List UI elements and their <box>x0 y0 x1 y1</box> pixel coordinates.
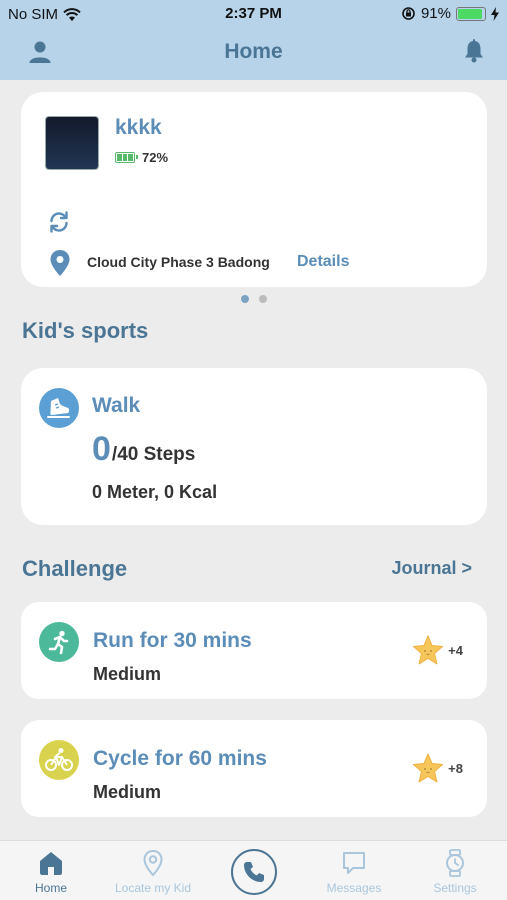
page-dot-1[interactable] <box>240 295 249 303</box>
device-battery-percent: 72% <box>142 150 169 165</box>
activity-name: Walk <box>92 394 141 417</box>
device-address-text: Cloud City Phase 3 Badong <box>87 254 270 270</box>
chat-icon <box>343 852 365 874</box>
steps-row: 0 /40 Steps <box>92 430 195 469</box>
tab-locate[interactable]: Locate my Kid <box>103 849 203 895</box>
details-link[interactable]: Details <box>297 253 349 271</box>
battery-fill <box>458 8 482 19</box>
status-right: 91% <box>401 5 499 22</box>
walk-activity-icon <box>39 388 79 428</box>
bicycle-glyph <box>45 748 73 771</box>
watch-icon <box>446 849 464 877</box>
runner-glyph <box>48 630 69 655</box>
page-dot-2[interactable] <box>258 295 267 303</box>
reward-points: +8 <box>448 760 463 776</box>
reward-points: +4 <box>448 642 463 658</box>
orientation-lock-icon <box>402 7 415 20</box>
home-icon <box>40 852 62 875</box>
bicycle-icon <box>39 740 79 780</box>
device-address: Cloud City Phase 3 Badong <box>87 254 277 270</box>
steps-goal: /40 Steps <box>111 444 196 465</box>
tab-home[interactable]: Home <box>1 849 101 895</box>
call-button[interactable] <box>231 849 277 895</box>
tab-label: Home <box>34 881 67 895</box>
location-icon <box>143 849 163 877</box>
battery-percent: 91% <box>420 5 451 22</box>
battery-icon <box>115 152 138 163</box>
walk-card[interactable]: Walk 0 /40 Steps 0 Meter, 0 Kcal <box>21 368 487 525</box>
location-pin-icon <box>50 250 70 276</box>
challenge-reward: +8 <box>412 753 463 783</box>
kid-name: kkkk <box>115 116 162 139</box>
challenge-item[interactable]: Cycle for 60 mins Medium +8 <box>21 720 487 817</box>
top-bar: No SIM 2:37 PM 91% Home <box>0 0 507 80</box>
avatar[interactable] <box>45 116 99 170</box>
page-indicator[interactable] <box>0 295 507 303</box>
challenge-title: Run for 30 mins <box>93 629 252 652</box>
battery-icon <box>456 6 486 21</box>
challenge-section-title: Challenge <box>22 556 128 581</box>
header: Home <box>0 28 507 80</box>
tab-label: Locate my Kid <box>114 881 192 895</box>
bell-icon[interactable] <box>463 39 485 63</box>
refresh-icon[interactable] <box>47 210 71 234</box>
tab-label: Settings <box>433 881 477 895</box>
tab-settings[interactable]: Settings <box>405 849 505 895</box>
device-card[interactable]: kkkk 72% Cloud City Phase 3 Badong Detai… <box>21 92 487 287</box>
journal-link[interactable]: Journal > <box>391 558 472 579</box>
challenge-reward: +4 <box>412 635 463 665</box>
star-icon <box>413 753 444 783</box>
shoe-icon <box>47 398 70 418</box>
page-title: Home <box>224 40 283 63</box>
distance-calories: 0 Meter, 0 Kcal <box>92 482 218 502</box>
challenge-level: Medium <box>93 664 162 684</box>
tab-messages[interactable]: Messages <box>304 849 404 895</box>
challenge-item[interactable]: Run for 30 mins Medium +4 <box>21 602 487 699</box>
star-icon <box>413 635 444 665</box>
charging-icon <box>491 6 499 21</box>
sports-section-title: Kid's sports <box>22 318 149 343</box>
challenge-title: Cycle for 60 mins <box>93 747 267 770</box>
device-battery: 72% <box>115 150 168 165</box>
phone-icon <box>244 862 264 882</box>
steps-current: 0 <box>92 430 111 468</box>
challenge-level: Medium <box>93 782 162 802</box>
run-icon <box>39 622 79 662</box>
tab-bar: Home Locate my Kid Messages Settings <box>0 840 507 900</box>
status-bar: No SIM 2:37 PM 91% <box>0 0 507 28</box>
tab-label: Messages <box>326 881 382 895</box>
